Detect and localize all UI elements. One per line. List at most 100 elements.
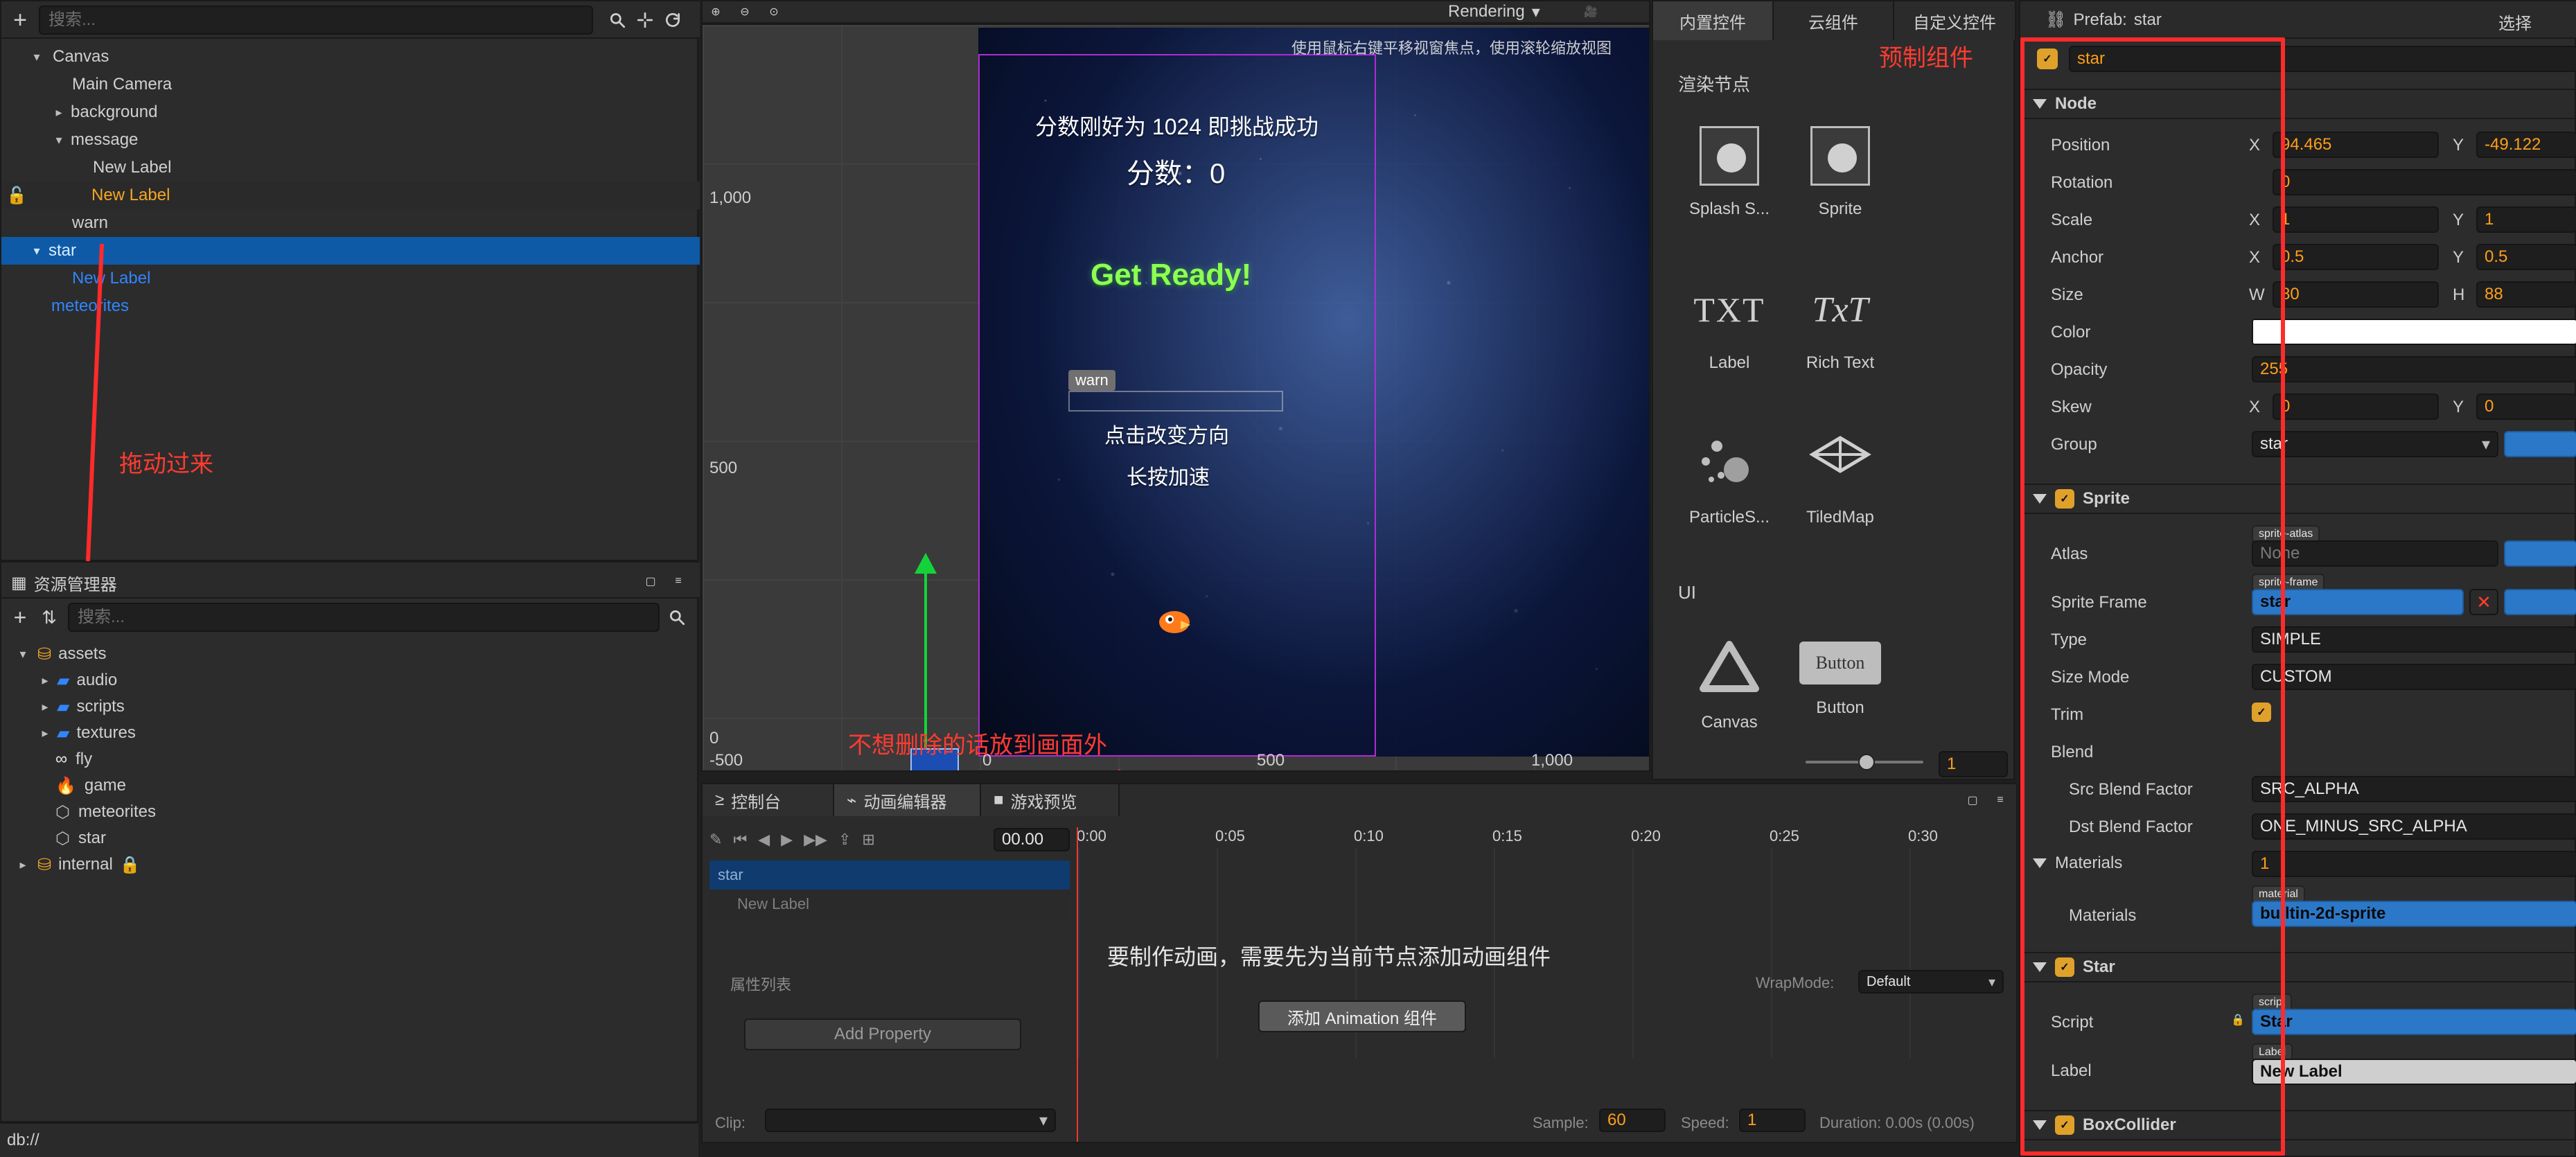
wrapmode-select[interactable]: Default ▾ xyxy=(1858,970,2004,993)
asset-search-input[interactable] xyxy=(68,603,660,632)
asset-row-internal[interactable]: ▸ ⛁ internal 🔒 xyxy=(1,851,700,878)
label-field[interactable]: New Label xyxy=(2252,1059,2576,1085)
asset-row-star[interactable]: ⬡ star xyxy=(1,824,700,852)
position-x-input[interactable]: 94.465 xyxy=(2273,132,2439,158)
clip-select[interactable]: ▾ xyxy=(765,1109,1056,1132)
sort-icon[interactable]: ⇅ xyxy=(37,606,61,629)
size-w-input[interactable]: 80 xyxy=(2273,281,2439,308)
popout-icon[interactable]: ▢ xyxy=(639,569,662,593)
scale-y-input[interactable]: 1 xyxy=(2476,206,2576,233)
opacity-input[interactable]: 255 xyxy=(2252,356,2576,382)
group-edit-button[interactable] xyxy=(2504,431,2576,457)
timeline-popout-icon[interactable]: ▢ xyxy=(1961,788,1984,812)
zoom-in-icon[interactable]: ⊕ xyxy=(705,1,726,22)
caret-down-icon[interactable]: ▾ xyxy=(15,646,30,662)
asset-row-assets[interactable]: ▾ ⛁ assets xyxy=(1,640,700,668)
atlas-input[interactable]: None xyxy=(2252,540,2498,567)
palette-item-label[interactable]: TXT Label xyxy=(1688,280,1771,398)
position-y-input[interactable]: -49.122 xyxy=(2476,132,2576,158)
asset-row-audio[interactable]: ▸ ▰ audio xyxy=(1,666,700,694)
add-keyframe-icon[interactable]: ⊞ xyxy=(862,831,874,849)
timeline-menu-icon[interactable]: ≡ xyxy=(1988,788,2012,812)
asset-row-textures[interactable]: ▸ ▰ textures xyxy=(1,719,700,747)
speed-input[interactable]: 1 xyxy=(1739,1109,1806,1132)
asset-row-meteorites[interactable]: ⬡ meteorites xyxy=(1,798,700,826)
caret-right-icon[interactable]: ▸ xyxy=(37,699,53,714)
palette-item-button[interactable]: Button Button xyxy=(1799,636,1882,754)
caret-down-icon[interactable]: ▾ xyxy=(29,49,44,64)
menu-icon[interactable]: ≡ xyxy=(667,569,690,593)
crosshair-icon[interactable] xyxy=(633,8,657,32)
tab-animation-editor[interactable]: ⌁ 动画编辑器 xyxy=(834,784,981,816)
step-back-icon[interactable]: ◀ xyxy=(758,831,770,849)
hierarchy-row-message[interactable]: ▾ message xyxy=(1,126,700,154)
add-property-button[interactable]: Add Property xyxy=(744,1018,1021,1050)
tab-builtin[interactable]: 内置控件 xyxy=(1653,1,1774,40)
src-blend-select[interactable]: SRC_ALPHA xyxy=(2252,776,2576,802)
select-button[interactable]: 选择 xyxy=(2498,10,2532,34)
hierarchy-row-main-camera[interactable]: Main Camera xyxy=(1,71,700,98)
caret-down-icon[interactable]: ▾ xyxy=(29,243,44,258)
refresh-icon[interactable] xyxy=(661,8,685,32)
size-mode-select[interactable]: CUSTOM xyxy=(2252,664,2576,690)
size-h-input[interactable]: 88 xyxy=(2476,281,2576,308)
clear-sprite-frame-icon[interactable]: ✕ xyxy=(2469,589,2498,615)
hierarchy-row-star[interactable]: ▾ star xyxy=(1,237,700,265)
palette-item-sprite[interactable]: Sprite xyxy=(1799,126,1882,244)
step-forward-icon[interactable]: ▶▶ xyxy=(804,831,827,849)
asset-row-game[interactable]: 🔥 game xyxy=(1,772,700,800)
palette-zoom-input[interactable]: 1 xyxy=(1939,751,2008,777)
play-icon[interactable]: ▶ xyxy=(781,831,793,849)
atlas-pick-button[interactable] xyxy=(2504,540,2576,567)
sprite-frame-pick-button[interactable] xyxy=(2504,589,2576,615)
tab-game-preview[interactable]: ■ 游戏预览 xyxy=(981,784,1120,816)
asset-search-icon[interactable] xyxy=(665,606,689,629)
hierarchy-row-warn[interactable]: warn xyxy=(1,209,700,237)
track-star[interactable]: star xyxy=(709,860,1070,890)
anchor-y-input[interactable]: 0.5 xyxy=(2476,244,2576,270)
rendering-dropdown[interactable]: Rendering ▾ xyxy=(1448,1,1540,22)
add-icon[interactable]: + xyxy=(8,7,32,33)
hierarchy-row-background[interactable]: ▸ background xyxy=(1,98,700,126)
add-asset-icon[interactable]: + xyxy=(8,605,32,630)
hierarchy-row-canvas[interactable]: ▾ Canvas xyxy=(1,43,700,71)
time-input[interactable]: 00.00 xyxy=(994,828,1070,851)
caret-right-icon[interactable]: ▸ xyxy=(37,673,53,688)
materials-field[interactable]: builtin-2d-sprite xyxy=(2252,901,2576,927)
hierarchy-row-meteorites[interactable]: meteorites xyxy=(1,292,700,320)
anchor-x-input[interactable]: 0.5 xyxy=(2273,244,2439,270)
hierarchy-row-new-label-1[interactable]: New Label xyxy=(1,154,700,182)
rotation-input[interactable]: 0 xyxy=(2273,169,2576,195)
track-new-label[interactable]: New Label xyxy=(709,890,1070,919)
add-animation-component-button[interactable]: 添加 Animation 组件 xyxy=(1258,1000,1466,1032)
scale-x-input[interactable]: 1 xyxy=(2273,206,2439,233)
palette-item-particles[interactable]: ParticleS... xyxy=(1688,431,1771,549)
palette-item-tiledmap[interactable]: TiledMap xyxy=(1799,431,1882,549)
materials-count-input[interactable]: 1 xyxy=(2252,851,2576,877)
color-swatch[interactable] xyxy=(2252,319,2576,345)
skew-x-input[interactable]: 0 xyxy=(2273,394,2439,420)
zoom-out-icon[interactable]: ⊖ xyxy=(734,1,755,22)
caret-down-icon[interactable]: ▾ xyxy=(51,132,67,148)
scene-view[interactable]: 使用鼠标右键平移视窗焦点，使用滚轮缩放视图 1,000 500 0 -500 0… xyxy=(701,24,1650,772)
group-select[interactable]: star ▾ xyxy=(2252,431,2498,457)
asset-row-fly[interactable]: ∞ fly xyxy=(1,745,700,773)
caret-right-icon[interactable]: ▸ xyxy=(51,105,67,120)
tab-console[interactable]: ≥ 控制台 xyxy=(703,784,834,816)
palette-item-richtext[interactable]: TxT Rich Text xyxy=(1799,280,1882,398)
caret-right-icon[interactable]: ▸ xyxy=(37,725,53,741)
hierarchy-search-input[interactable] xyxy=(39,6,593,35)
palette-item-canvas[interactable]: Canvas xyxy=(1688,636,1771,754)
skew-y-input[interactable]: 0 xyxy=(2476,394,2576,420)
asset-row-scripts[interactable]: ▸ ▰ scripts xyxy=(1,693,700,721)
dst-blend-select[interactable]: ONE_MINUS_SRC_ALPHA xyxy=(2252,813,2576,840)
share-icon[interactable]: ⇪ xyxy=(838,831,851,849)
zoom-fit-icon[interactable]: ⊙ xyxy=(764,1,784,22)
search-icon[interactable] xyxy=(606,8,629,32)
jump-start-icon[interactable]: ⏮ xyxy=(733,831,747,849)
edit-icon[interactable]: ✎ xyxy=(709,831,722,849)
script-field[interactable]: Star xyxy=(2252,1009,2576,1035)
palette-item-splash[interactable]: Splash S... xyxy=(1688,126,1771,244)
tab-custom[interactable]: 自定义控件 xyxy=(1894,1,2016,40)
hierarchy-row-star-new-label[interactable]: New Label xyxy=(1,265,700,292)
